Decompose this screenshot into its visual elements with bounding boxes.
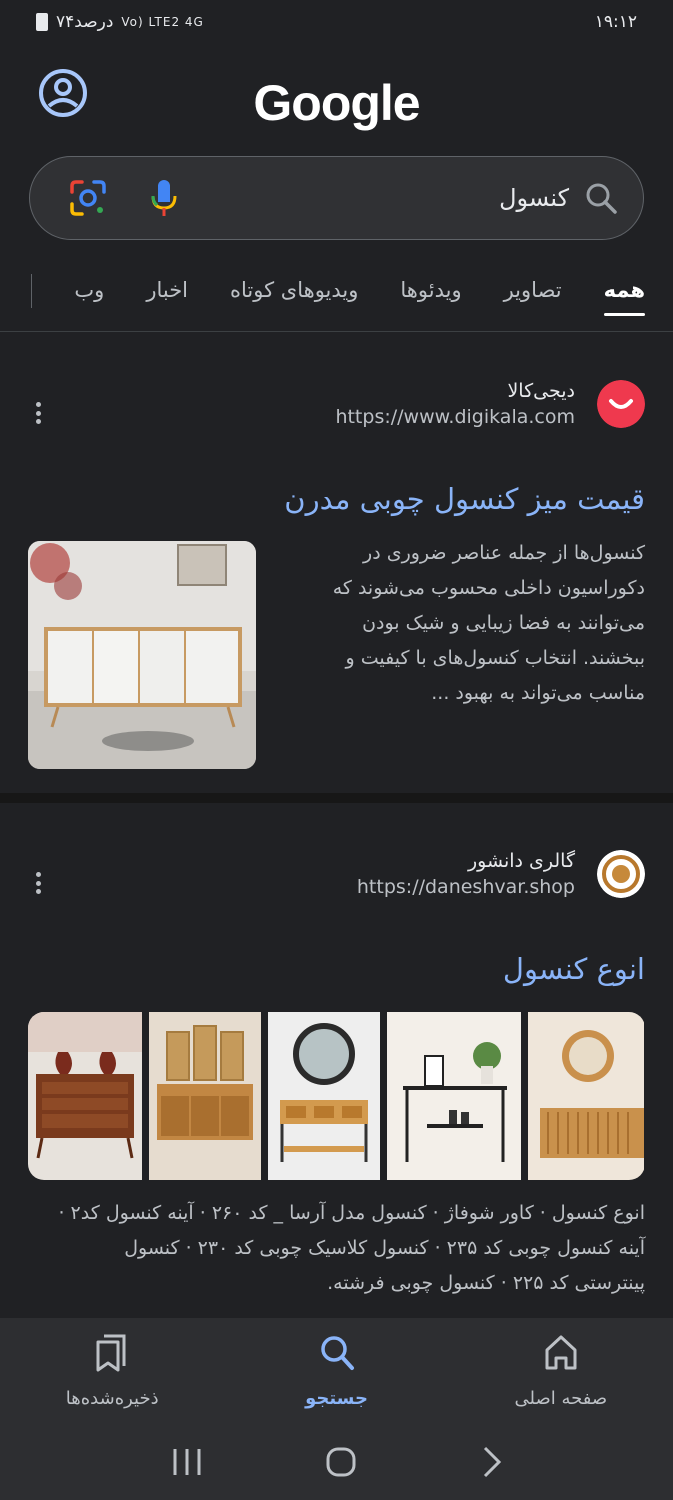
search-icon <box>320 1336 354 1370</box>
nav-home[interactable]: صفحه اصلی <box>461 1332 661 1409</box>
search-box[interactable]: کنسول <box>29 156 644 240</box>
result-title[interactable]: انوع کنسول <box>503 952 645 986</box>
site-name: گالری دانشور <box>468 850 575 872</box>
google-logo: Google <box>253 75 420 131</box>
result-source[interactable]: دیجی‌کالا https://www.digikala.com <box>335 380 645 428</box>
system-navigation <box>0 1434 673 1490</box>
nav-home-label: صفحه اصلی <box>514 1388 608 1409</box>
site-url: https://www.digikala.com <box>335 406 575 428</box>
site-text: گالری دانشور https://daneshvar.shop <box>357 850 575 898</box>
gallery-image[interactable] <box>528 1012 644 1180</box>
site-url: https://daneshvar.shop <box>356 876 575 898</box>
tab-news[interactable]: اخبار <box>146 262 188 332</box>
more-options-icon[interactable] <box>28 868 48 898</box>
nav-search[interactable]: جستجو <box>237 1332 437 1409</box>
search-result[interactable]: گالری دانشور https://daneshvar.shop انوع… <box>0 850 673 1310</box>
search-result[interactable]: دیجی‌کالا https://www.digikala.com قیمت … <box>0 380 673 792</box>
bottom-nav: صفحه اصلی جستجو ذخیره‌شده‌ها <box>0 1318 673 1500</box>
tab-images[interactable]: تصاویر <box>504 262 562 332</box>
site-name: دیجی‌کالا <box>507 380 575 402</box>
result-snippet: کنسول‌ها از جمله عناصر ضروری در دکوراسیو… <box>332 542 645 704</box>
tab-web[interactable]: وب <box>74 262 104 332</box>
gallery-image[interactable] <box>268 1012 380 1180</box>
battery-icon <box>36 13 48 31</box>
nav-saved-label: ذخیره‌شده‌ها <box>65 1388 159 1409</box>
status-left: ۷۴درصد Vo) LTE2 4G <box>36 12 204 32</box>
digikala-favicon-icon <box>597 380 645 428</box>
tab-short-videos[interactable]: ویدیوهای کوتاه <box>230 262 358 332</box>
home-icon <box>545 1335 577 1370</box>
back-icon[interactable] <box>479 1445 503 1479</box>
search-tabs: همه تصاویر ویدئوها ویدیوهای کوتاه اخبار … <box>0 262 673 332</box>
mic-icon[interactable] <box>148 178 180 218</box>
result-divider <box>0 793 673 803</box>
battery-text: ۷۴درصد <box>56 12 114 32</box>
gallery-image[interactable] <box>149 1012 261 1180</box>
daneshvar-favicon-icon <box>597 850 645 898</box>
nav-items: صفحه اصلی جستجو ذخیره‌شده‌ها <box>0 1318 673 1409</box>
result-thumbnail[interactable] <box>28 541 256 769</box>
more-options-icon[interactable] <box>28 398 48 428</box>
tab-videos[interactable]: ویدئوها <box>400 262 461 332</box>
site-text: دیجی‌کالا https://www.digikala.com <box>335 380 575 428</box>
image-gallery <box>28 1012 645 1180</box>
home-circle-icon[interactable] <box>324 1445 358 1479</box>
signal-indicator: Vo) LTE2 4G <box>121 15 204 29</box>
lens-icon[interactable] <box>68 178 108 218</box>
tab-all[interactable]: همه <box>603 262 646 332</box>
result-snippet: انوع کنسول · کاور شوفاژ · کنسول مدل آرسا… <box>58 1202 645 1294</box>
status-time: ۱۹:۱۲ <box>594 12 637 32</box>
header: Google <box>0 60 673 140</box>
result-source[interactable]: گالری دانشور https://daneshvar.shop <box>357 850 645 898</box>
status-bar: ۷۴درصد Vo) LTE2 4G ۱۹:۱۲ <box>0 0 673 44</box>
nav-search-label: جستجو <box>305 1388 368 1409</box>
tab-divider <box>31 274 33 308</box>
gallery-image[interactable] <box>387 1012 521 1180</box>
search-input[interactable]: کنسول <box>180 184 569 212</box>
search-icon[interactable] <box>583 180 619 216</box>
bookmarks-icon <box>96 1334 126 1372</box>
result-title[interactable]: قیمت میز کنسول چوبی مدرن <box>284 482 645 516</box>
nav-saved[interactable]: ذخیره‌شده‌ها <box>12 1332 212 1409</box>
recents-icon[interactable] <box>171 1445 203 1479</box>
gallery-image[interactable] <box>28 1012 142 1180</box>
